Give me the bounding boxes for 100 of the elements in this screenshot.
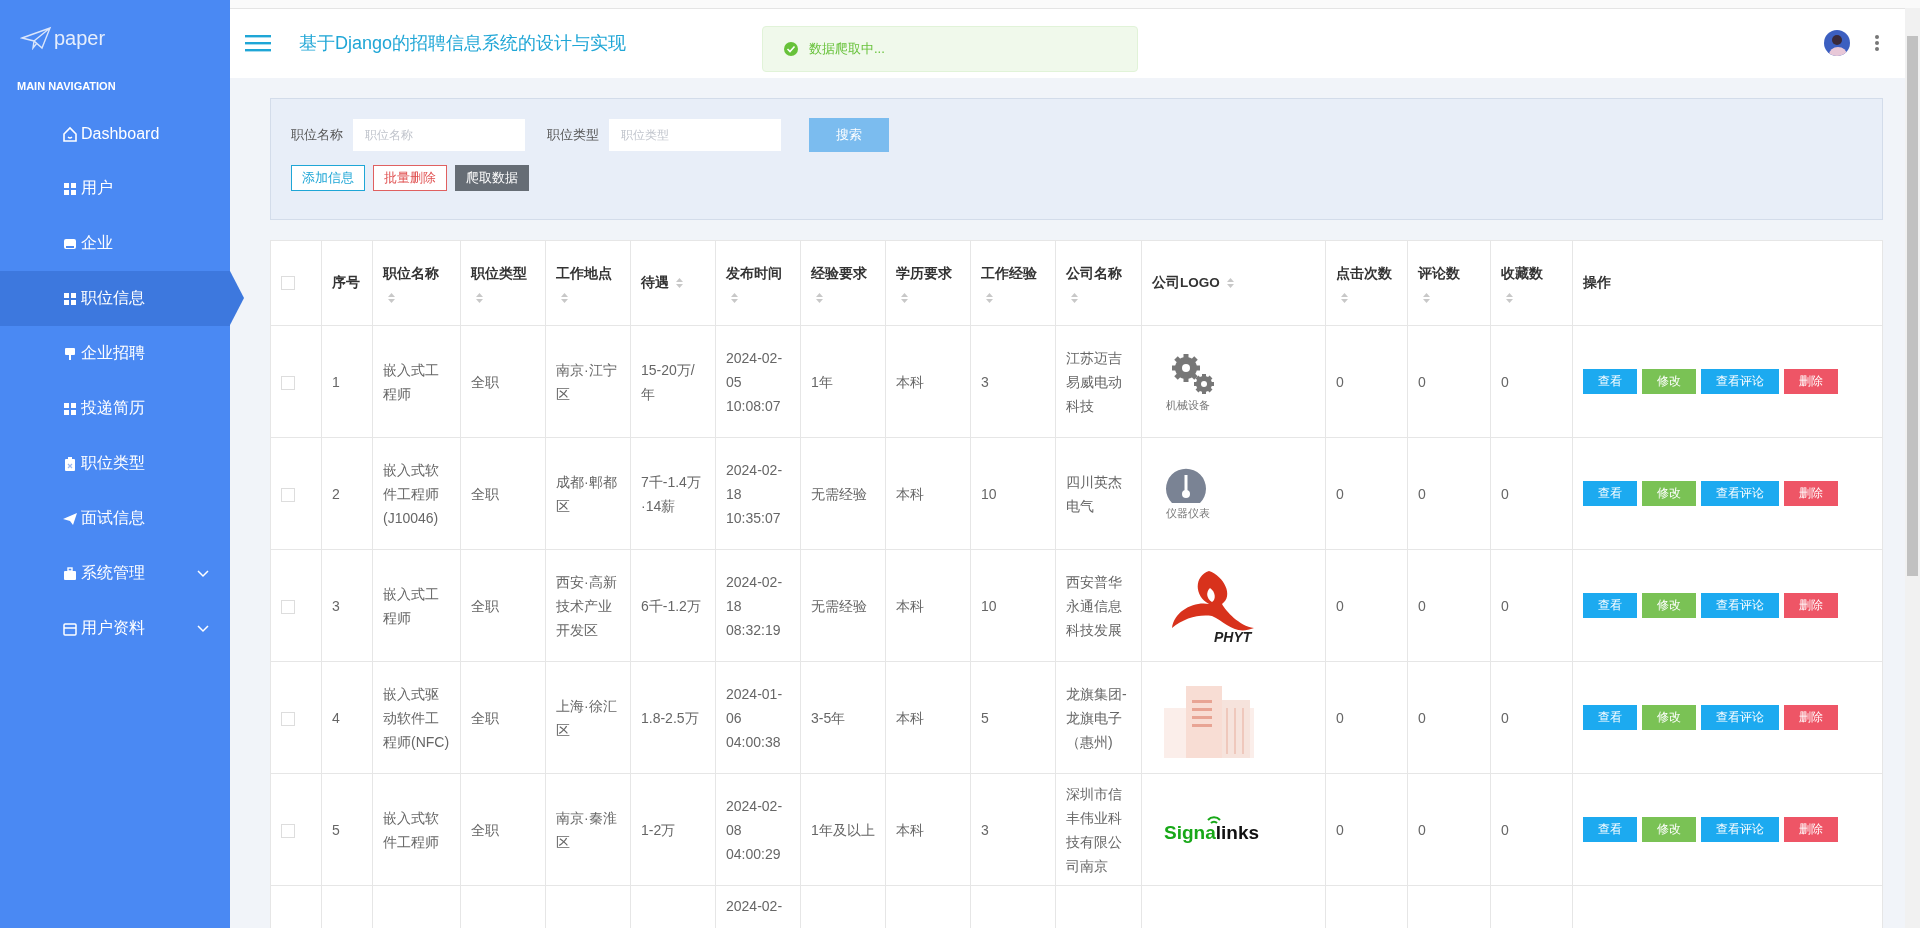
row-action-button[interactable]: 查看评论 xyxy=(1701,593,1779,618)
toast-message: 数据爬取中... xyxy=(762,26,1138,72)
column-header[interactable]: 工作经验 xyxy=(981,266,1037,281)
column-header[interactable]: 职位类型 xyxy=(471,266,527,281)
row-action-button[interactable]: 删除 xyxy=(1784,817,1838,842)
search-field[interactable]: 职位名称 xyxy=(353,119,525,151)
row-action-button[interactable]: 查看评论 xyxy=(1701,705,1779,730)
logo-caption: 仪器仪表 xyxy=(1166,505,1210,521)
nav-item[interactable]: 面试信息 xyxy=(0,491,230,546)
company-logo: Signalinks xyxy=(1164,811,1274,848)
field-label: 职位名称 xyxy=(291,126,343,144)
row-action-button[interactable]: 删除 xyxy=(1784,481,1838,506)
column-header[interactable]: 经验要求 xyxy=(811,266,867,281)
table-cell: 全职 xyxy=(471,597,499,614)
table-cell: 0 xyxy=(1336,709,1344,726)
row-action-button[interactable]: 查看评论 xyxy=(1701,481,1779,506)
search-button[interactable]: 搜索 xyxy=(809,118,889,152)
nav-item[interactable]: 系统管理 xyxy=(0,546,230,601)
menu-icon[interactable] xyxy=(245,33,271,53)
table-cell: 0 xyxy=(1336,821,1344,838)
table-cell: 0 xyxy=(1336,485,1344,502)
row-action-button[interactable]: 查看 xyxy=(1583,593,1637,618)
row-checkbox[interactable] xyxy=(281,375,295,390)
scrollbar[interactable] xyxy=(1905,8,1920,928)
table-cell: 全职 xyxy=(471,821,499,838)
select-all-checkbox[interactable] xyxy=(281,276,295,291)
row-action-button[interactable]: 查看 xyxy=(1583,817,1637,842)
table-cell: 2024-01-06 04:00:38 xyxy=(726,685,783,750)
table-cell: 2024-02-18 10:35:07 xyxy=(726,461,783,526)
column-header[interactable]: 发布时间 xyxy=(726,266,782,281)
action-button[interactable]: 批量删除 xyxy=(373,165,447,191)
table-cell: 10 xyxy=(981,485,997,502)
table-cell: 成都·郫都区 xyxy=(556,473,617,514)
column-header[interactable]: 工作地点 xyxy=(556,266,612,281)
table-cell: 1.8-2.5万 xyxy=(641,709,699,726)
row-checkbox[interactable] xyxy=(281,487,295,502)
nav-item[interactable]: 用户 xyxy=(0,161,230,216)
table-cell: 0 xyxy=(1418,821,1426,838)
column-header[interactable]: 待遇 xyxy=(641,275,669,290)
column-header[interactable]: 职位名称 xyxy=(383,266,439,281)
row-action-button[interactable]: 查看 xyxy=(1583,481,1637,506)
table-cell: 深圳市信丰伟业科技有限公司南京 xyxy=(1066,785,1122,874)
row-action-button[interactable]: 删除 xyxy=(1784,593,1838,618)
row-action-button[interactable]: 查看 xyxy=(1583,369,1637,394)
table-cell: 全职 xyxy=(471,485,499,502)
nav-item[interactable]: 用户资料 xyxy=(0,601,230,656)
nav-item[interactable]: 投递简历 xyxy=(0,381,230,436)
column-header[interactable]: 公司LOGO xyxy=(1152,275,1220,290)
avatar-icon[interactable] xyxy=(1824,30,1850,56)
row-action-button[interactable]: 修改 xyxy=(1642,593,1696,618)
table-cell: 四川英杰电气 xyxy=(1066,473,1122,514)
row-checkbox[interactable] xyxy=(281,711,295,726)
table-cell: 0 xyxy=(1501,597,1509,614)
column-header[interactable]: 学历要求 xyxy=(896,266,952,281)
row-action-button[interactable]: 修改 xyxy=(1642,481,1696,506)
nav-item[interactable]: 企业招聘 xyxy=(0,326,230,381)
row-action-button[interactable]: 修改 xyxy=(1642,817,1696,842)
table-cell: 无需经验 xyxy=(811,597,867,614)
column-header: 操作 xyxy=(1583,275,1611,290)
row-checkbox[interactable] xyxy=(281,823,295,838)
row-checkbox[interactable] xyxy=(281,599,295,614)
nav-item[interactable]: 职位类型 xyxy=(0,436,230,491)
check-circle-icon xyxy=(783,41,799,57)
page-title: 基于Django的招聘信息系统的设计与实现 xyxy=(299,32,627,55)
table-cell: 龙旗集团-龙旗电子（惠州) xyxy=(1066,685,1127,750)
table-cell: 3 xyxy=(981,373,989,390)
action-button[interactable]: 爬取数据 xyxy=(455,165,529,191)
pushpin-icon xyxy=(62,345,78,362)
search-field[interactable]: 职位类型 xyxy=(609,119,781,151)
brand-name: paper xyxy=(54,26,106,50)
row-action-button[interactable]: 删除 xyxy=(1784,705,1838,730)
column-header[interactable]: 评论数 xyxy=(1418,266,1460,281)
table-cell: 无需经验 xyxy=(811,485,867,502)
row-action-button[interactable]: 查看评论 xyxy=(1701,369,1779,394)
column-header[interactable]: 公司名称 xyxy=(1066,266,1122,281)
row-action-button[interactable]: 修改 xyxy=(1642,369,1696,394)
more-icon[interactable] xyxy=(1874,34,1880,52)
briefcase-icon xyxy=(62,565,78,582)
grid-icon xyxy=(62,290,78,307)
table-cell: 0 xyxy=(1418,485,1426,502)
table-cell: 江苏迈吉易威电动科技 xyxy=(1066,349,1122,414)
table-cell: 0 xyxy=(1501,485,1509,502)
table-cell: 嵌入式工程师 xyxy=(383,361,439,402)
nav-item[interactable]: Dashboard xyxy=(0,106,230,161)
row-action-button[interactable]: 查看 xyxy=(1583,705,1637,730)
row-action-button[interactable]: 修改 xyxy=(1642,705,1696,730)
table-cell: 4 xyxy=(332,709,340,726)
row-action-button[interactable]: 删除 xyxy=(1784,369,1838,394)
nav-item[interactable]: 企业 xyxy=(0,216,230,271)
action-button[interactable]: 添加信息 xyxy=(291,165,365,191)
table-cell: 0 xyxy=(1501,709,1509,726)
grid-icon xyxy=(62,400,78,417)
table-cell: 2024-02-18 08:32:19 xyxy=(726,573,783,638)
table-cell: 嵌入式驱动软件工程师(NFC) xyxy=(383,685,450,750)
row-action-button[interactable]: 查看评论 xyxy=(1701,817,1779,842)
table-cell: 西安普华永通信息科技发展 xyxy=(1066,573,1122,638)
table-cell: 嵌入式工程师 xyxy=(383,585,439,626)
column-header[interactable]: 收藏数 xyxy=(1501,266,1543,281)
column-header[interactable]: 点击次数 xyxy=(1336,266,1392,281)
field-label: 职位类型 xyxy=(547,126,599,144)
